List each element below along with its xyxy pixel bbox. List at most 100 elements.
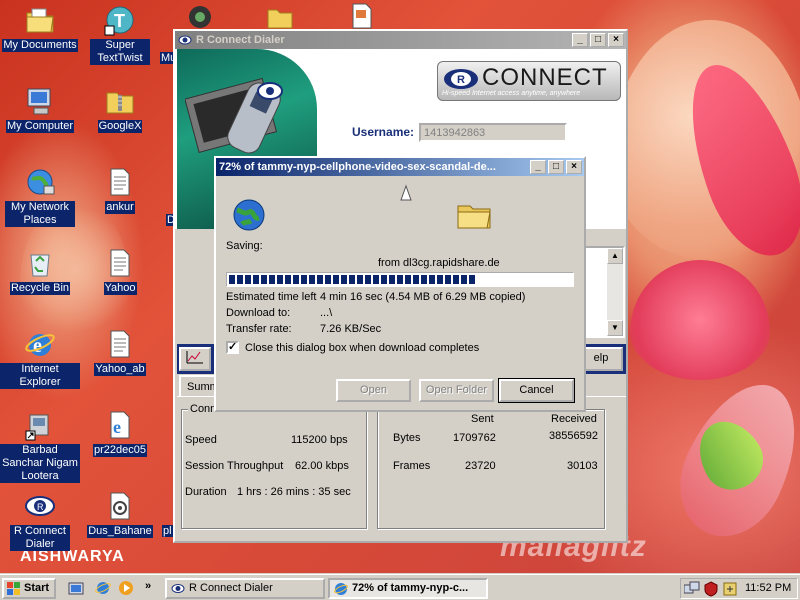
svg-text:e: e bbox=[113, 417, 121, 437]
desktop-icon-label: Yahoo_ab bbox=[94, 363, 146, 376]
scroll-down-button[interactable]: ▼ bbox=[607, 320, 623, 336]
maximize-button[interactable]: □ bbox=[548, 160, 564, 174]
computer-icon bbox=[24, 85, 56, 117]
clock[interactable]: 11:52 PM bbox=[745, 582, 791, 594]
close-button[interactable]: × bbox=[608, 33, 624, 47]
media-player-icon bbox=[189, 6, 211, 28]
desktop-icon-pr22dec05[interactable]: e pr22dec05 bbox=[80, 409, 160, 457]
globe-icon bbox=[233, 199, 265, 231]
download-title: 72% of tammy-nyp-cellphone-video-sex-sca… bbox=[219, 161, 496, 173]
internet-explorer-icon[interactable] bbox=[95, 580, 111, 596]
flying-document-icon bbox=[400, 184, 412, 201]
speed-label: Speed bbox=[185, 434, 217, 446]
desktop-icon-r-connect-dialer[interactable]: R R Connect Dialer bbox=[0, 490, 80, 551]
tab-summary[interactable]: Summ bbox=[179, 375, 219, 397]
partial-icon-label: pl bbox=[162, 525, 173, 537]
log-scrollbar[interactable]: ▲ ▼ bbox=[607, 248, 623, 336]
cancel-button[interactable]: Cancel bbox=[498, 378, 575, 403]
start-label: Start bbox=[24, 582, 50, 594]
desktop-icon-label: Dus_Bahane bbox=[87, 525, 153, 538]
windows-logo-icon bbox=[7, 582, 20, 595]
desktop-icon-label: pr22dec05 bbox=[93, 444, 147, 457]
desktop-icon-dus-bahane[interactable]: Dus_Bahane bbox=[80, 490, 160, 538]
text-document-icon bbox=[104, 328, 136, 360]
desktop-icon-my-network-places[interactable]: My Network Places bbox=[0, 166, 80, 227]
start-button[interactable]: Start bbox=[2, 578, 56, 599]
desktop-icon-label: Recycle Bin bbox=[9, 282, 71, 295]
desktop-icon-internet-explorer[interactable]: e Internet Explorer bbox=[0, 328, 80, 389]
desktop-icon-my-computer[interactable]: My Computer bbox=[0, 85, 80, 133]
open-button[interactable]: Open bbox=[336, 379, 411, 402]
taskbar-item-download[interactable]: 72% of tammy-nyp-c... bbox=[328, 578, 488, 599]
received-header: Received bbox=[551, 413, 597, 425]
network-globe-icon bbox=[24, 166, 56, 198]
desktop-icon-yahoo-ab[interactable]: Yahoo_ab bbox=[80, 328, 160, 376]
svg-text:T: T bbox=[114, 11, 125, 31]
desktop-icon-label: Super TextTwist bbox=[90, 39, 150, 65]
bytes-label: Bytes bbox=[393, 432, 421, 444]
open-folder-button[interactable]: Open Folder bbox=[419, 379, 494, 402]
desktop-icon-label: Internet Explorer bbox=[0, 363, 80, 389]
desktop-icon-label: GoogleX bbox=[97, 120, 143, 133]
sent-header: Sent bbox=[471, 413, 494, 425]
duration-value: 1 hrs : 26 mins : 35 sec bbox=[237, 486, 351, 498]
taskbar-item-label: R Connect Dialer bbox=[189, 582, 273, 594]
scroll-up-button[interactable]: ▲ bbox=[607, 248, 623, 264]
desktop-icon-label: My Computer bbox=[5, 120, 75, 133]
close-button[interactable]: × bbox=[566, 160, 582, 174]
throughput-label: Session Throughput bbox=[185, 460, 284, 472]
network-connection-icon[interactable] bbox=[684, 581, 700, 597]
tray-app-icon[interactable] bbox=[722, 581, 738, 597]
desktop-icon-ankur[interactable]: ankur bbox=[80, 166, 160, 214]
desktop-icon-label: R Connect Dialer bbox=[10, 525, 70, 551]
desktop-icon-label: ankur bbox=[105, 201, 135, 214]
r-connect-eye-icon bbox=[171, 584, 185, 593]
desktop-icon-label: My Network Places bbox=[5, 201, 75, 227]
security-shield-icon[interactable] bbox=[703, 581, 719, 597]
chart-icon bbox=[186, 351, 203, 364]
desktop-icon-googlex[interactable]: GoogleX bbox=[80, 85, 160, 133]
graph-button[interactable] bbox=[179, 347, 211, 371]
bytes-received: 38556592 bbox=[549, 430, 598, 442]
download-to-value: ...\ bbox=[320, 307, 333, 319]
brand-name: CONNECT bbox=[482, 64, 608, 91]
text-document-icon bbox=[104, 247, 136, 279]
desktop-icon-barbad-sanchar[interactable]: Barbad Sanchar Nigam Lootera bbox=[0, 409, 80, 483]
svg-text:R: R bbox=[457, 74, 465, 86]
desktop-icon-super-texttwist[interactable]: T Super TextTwist bbox=[80, 4, 160, 65]
close-when-done-checkbox[interactable]: ✓ bbox=[226, 341, 239, 354]
text-document-icon bbox=[104, 166, 136, 198]
username-field[interactable] bbox=[419, 123, 567, 142]
texttwist-game-icon: T bbox=[104, 4, 136, 36]
svg-text:R: R bbox=[37, 502, 44, 512]
document-shortcut-icon bbox=[352, 3, 372, 29]
progress-fill bbox=[229, 275, 476, 284]
media-file-icon bbox=[104, 490, 136, 522]
desktop-icon-recycle-bin[interactable]: Recycle Bin bbox=[0, 247, 80, 295]
estimated-label: Estimated time left bbox=[226, 291, 317, 303]
desktop-icon-yahoo[interactable]: Yahoo bbox=[80, 247, 160, 295]
wallpaper-lily-petal bbox=[630, 260, 770, 380]
media-player-icon[interactable] bbox=[118, 580, 134, 596]
r-connect-eye-icon bbox=[178, 35, 192, 45]
minimize-button[interactable]: _ bbox=[530, 160, 546, 174]
minimize-button[interactable]: _ bbox=[572, 33, 588, 47]
taskbar-item-r-connect[interactable]: R Connect Dialer bbox=[165, 578, 325, 599]
bytes-sent: 1709762 bbox=[453, 432, 496, 444]
download-titlebar[interactable]: 72% of tammy-nyp-cellphone-video-sex-sca… bbox=[216, 158, 584, 176]
close-when-done-label: Close this dialog box when download comp… bbox=[245, 342, 480, 354]
duration-label: Duration bbox=[185, 486, 227, 498]
transfer-rate-value: 7.26 KB/Sec bbox=[320, 323, 382, 335]
download-dialog[interactable]: 72% of tammy-nyp-cellphone-video-sex-sca… bbox=[214, 156, 586, 412]
quick-launch-chevron[interactable]: » bbox=[145, 580, 151, 592]
desktop-icon-my-documents[interactable]: My Documents bbox=[0, 4, 80, 52]
transfer-rate-label: Transfer rate: bbox=[226, 323, 292, 335]
show-desktop-icon[interactable] bbox=[68, 580, 84, 596]
maximize-button[interactable]: □ bbox=[590, 33, 606, 47]
html-document-icon: e bbox=[104, 409, 136, 441]
throughput-value: 62.00 kbps bbox=[295, 460, 349, 472]
download-to-label: Download to: bbox=[226, 307, 291, 319]
r-connect-eye-icon: R bbox=[24, 490, 56, 522]
dialer-titlebar[interactable]: R Connect Dialer _ □ × bbox=[175, 31, 626, 49]
folder-documents-icon bbox=[24, 4, 56, 36]
